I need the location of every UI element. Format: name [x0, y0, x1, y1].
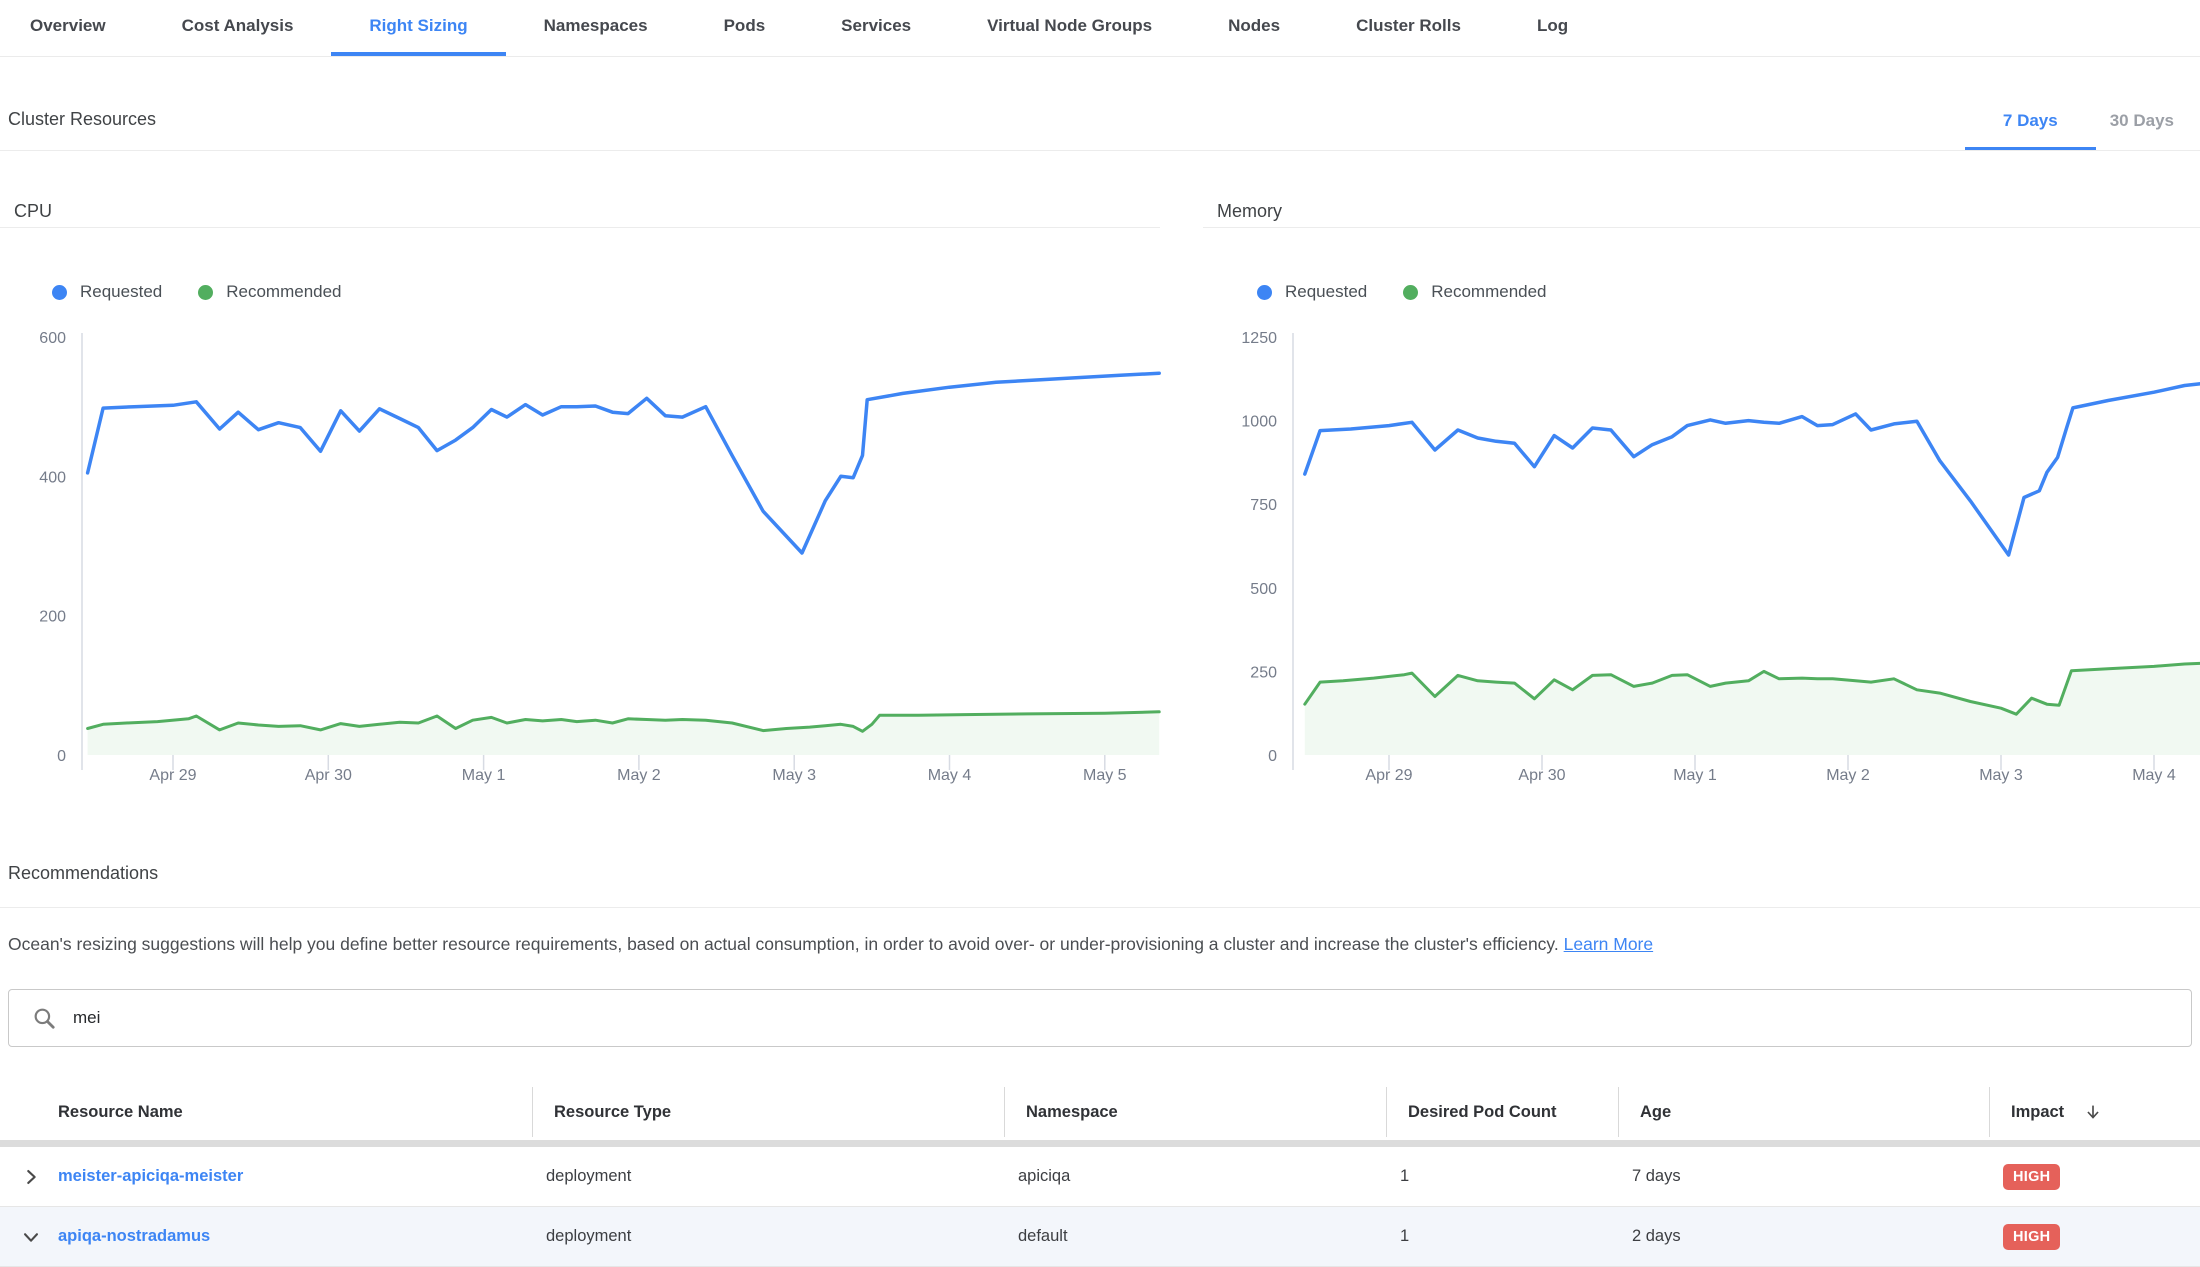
svg-text:400: 400 — [39, 469, 66, 486]
column-header-namespace: Namespace — [1004, 1087, 1386, 1137]
divider — [1203, 227, 2200, 228]
table-row[interactable]: meister-apiciqa-meister deployment apici… — [0, 1147, 2200, 1207]
svg-text:May 1: May 1 — [462, 767, 506, 784]
tab-services[interactable]: Services — [803, 0, 949, 56]
recommendations-table-header: Resource Name Resource Type Namespace De… — [0, 1087, 2200, 1137]
table-header-divider — [0, 1140, 2200, 1147]
svg-text:1250: 1250 — [1241, 330, 1277, 347]
right-sizing-page: { "tabs": { "items": ["Overview", "Cost … — [0, 0, 2200, 1264]
column-header-age: Age — [1618, 1087, 1989, 1137]
svg-text:May 2: May 2 — [617, 767, 661, 784]
tab-log[interactable]: Log — [1499, 0, 1606, 56]
divider — [0, 227, 1160, 228]
description-text: Ocean's resizing suggestions will help y… — [8, 934, 1564, 954]
svg-text:May 4: May 4 — [2132, 767, 2176, 784]
svg-text:1000: 1000 — [1241, 414, 1277, 431]
resource-search-box[interactable] — [8, 989, 2192, 1047]
svg-text:Apr 29: Apr 29 — [149, 767, 196, 784]
tab-cluster-rolls[interactable]: Cluster Rolls — [1318, 0, 1499, 56]
age-cell: 7 days — [1618, 1167, 1989, 1186]
svg-text:0: 0 — [57, 748, 66, 765]
search-icon — [31, 1005, 57, 1031]
table-row[interactable]: apiqa-nostradamus deployment default 1 2… — [0, 1207, 2200, 1267]
resource-name-link[interactable]: meister-apiciqa-meister — [58, 1167, 243, 1186]
column-header-resource-type: Resource Type — [532, 1087, 1004, 1137]
memory-legend: Requested Recommended — [1257, 282, 1547, 302]
cpu-line-chart: 0 200 400 600 Apr 29 Apr 30 May 1 May 2 May 3 May… — [8, 330, 1168, 795]
svg-text:Apr 29: Apr 29 — [1365, 767, 1412, 784]
legend-item-recommended: Recommended — [198, 282, 341, 302]
requested-dot-icon — [1257, 285, 1272, 300]
time-range-tabs: 7 Days 30 Days — [1965, 95, 2188, 150]
legend-label: Requested — [1285, 282, 1367, 302]
chevron-down-icon[interactable] — [20, 1226, 42, 1248]
impact-header-label: Impact — [2011, 1103, 2064, 1122]
column-header-impact[interactable]: Impact — [1989, 1087, 2200, 1137]
svg-text:May 1: May 1 — [1673, 767, 1717, 784]
legend-item-requested: Requested — [1257, 282, 1367, 302]
recommended-dot-icon — [1403, 285, 1418, 300]
svg-text:May 3: May 3 — [772, 767, 816, 784]
recommendations-table-body: meister-apiciqa-meister deployment apici… — [0, 1147, 2200, 1267]
svg-text:May 5: May 5 — [1083, 767, 1127, 784]
learn-more-link[interactable]: Learn More — [1564, 934, 1654, 954]
namespace-cell: apiciqa — [1004, 1167, 1386, 1186]
tab-namespaces[interactable]: Namespaces — [506, 0, 686, 56]
legend-item-recommended: Recommended — [1403, 282, 1546, 302]
age-cell: 2 days — [1618, 1227, 1989, 1246]
recommended-dot-icon — [198, 285, 213, 300]
tab-right-sizing[interactable]: Right Sizing — [331, 0, 505, 56]
desired-pod-count-cell: 1 — [1386, 1167, 1618, 1186]
legend-label: Recommended — [226, 282, 341, 302]
main-tab-bar: OverviewCost AnalysisRight SizingNamespa… — [0, 0, 2200, 57]
divider — [0, 907, 2200, 908]
svg-text:600: 600 — [39, 330, 66, 347]
legend-item-requested: Requested — [52, 282, 162, 302]
desired-pod-count-cell: 1 — [1386, 1227, 1618, 1246]
divider — [0, 150, 2200, 151]
resource-type-cell: deployment — [532, 1167, 1004, 1186]
cluster-resources-title: Cluster Resources — [8, 109, 156, 130]
svg-text:May 3: May 3 — [1979, 767, 2023, 784]
search-input[interactable] — [71, 1007, 2075, 1029]
impact-badge: HIGH — [2003, 1224, 2060, 1250]
cpu-chart-title: CPU — [14, 201, 52, 222]
recommendations-title: Recommendations — [8, 863, 158, 884]
chevron-right-icon[interactable] — [20, 1166, 42, 1188]
recommendations-description: Ocean's resizing suggestions will help y… — [8, 934, 1653, 955]
tab-virtual-node-groups[interactable]: Virtual Node Groups — [949, 0, 1190, 56]
svg-text:750: 750 — [1250, 497, 1277, 514]
resource-name-link[interactable]: apiqa-nostradamus — [58, 1227, 210, 1246]
svg-text:Apr 30: Apr 30 — [305, 767, 352, 784]
legend-label: Recommended — [1431, 282, 1546, 302]
svg-text:0: 0 — [1268, 748, 1277, 765]
namespace-cell: default — [1004, 1227, 1386, 1246]
svg-text:Apr 30: Apr 30 — [1518, 767, 1565, 784]
memory-line-chart: 0 250 500 750 1000 1250 Apr 29 Apr 30 May 1 May 2… — [1215, 330, 2200, 795]
column-header-resource-name: Resource Name — [0, 1087, 532, 1137]
tab-cost-analysis[interactable]: Cost Analysis — [144, 0, 332, 56]
impact-badge: HIGH — [2003, 1164, 2060, 1190]
resource-type-cell: deployment — [532, 1227, 1004, 1246]
tab-nodes[interactable]: Nodes — [1190, 0, 1318, 56]
cpu-legend: Requested Recommended — [52, 282, 342, 302]
svg-text:May 4: May 4 — [928, 767, 972, 784]
sort-desc-arrow-icon[interactable] — [2082, 1101, 2104, 1123]
svg-text:250: 250 — [1250, 664, 1277, 681]
tab-overview[interactable]: Overview — [0, 0, 144, 56]
svg-text:200: 200 — [39, 609, 66, 626]
range-tab-30-days[interactable]: 30 Days — [2096, 95, 2188, 150]
memory-chart-title: Memory — [1217, 201, 1282, 222]
requested-dot-icon — [52, 285, 67, 300]
column-header-desired-pod-count: Desired Pod Count — [1386, 1087, 1618, 1137]
tab-pods[interactable]: Pods — [686, 0, 804, 56]
legend-label: Requested — [80, 282, 162, 302]
range-tab-7-days[interactable]: 7 Days — [1965, 95, 2096, 150]
svg-text:500: 500 — [1250, 581, 1277, 598]
svg-text:May 2: May 2 — [1826, 767, 1870, 784]
